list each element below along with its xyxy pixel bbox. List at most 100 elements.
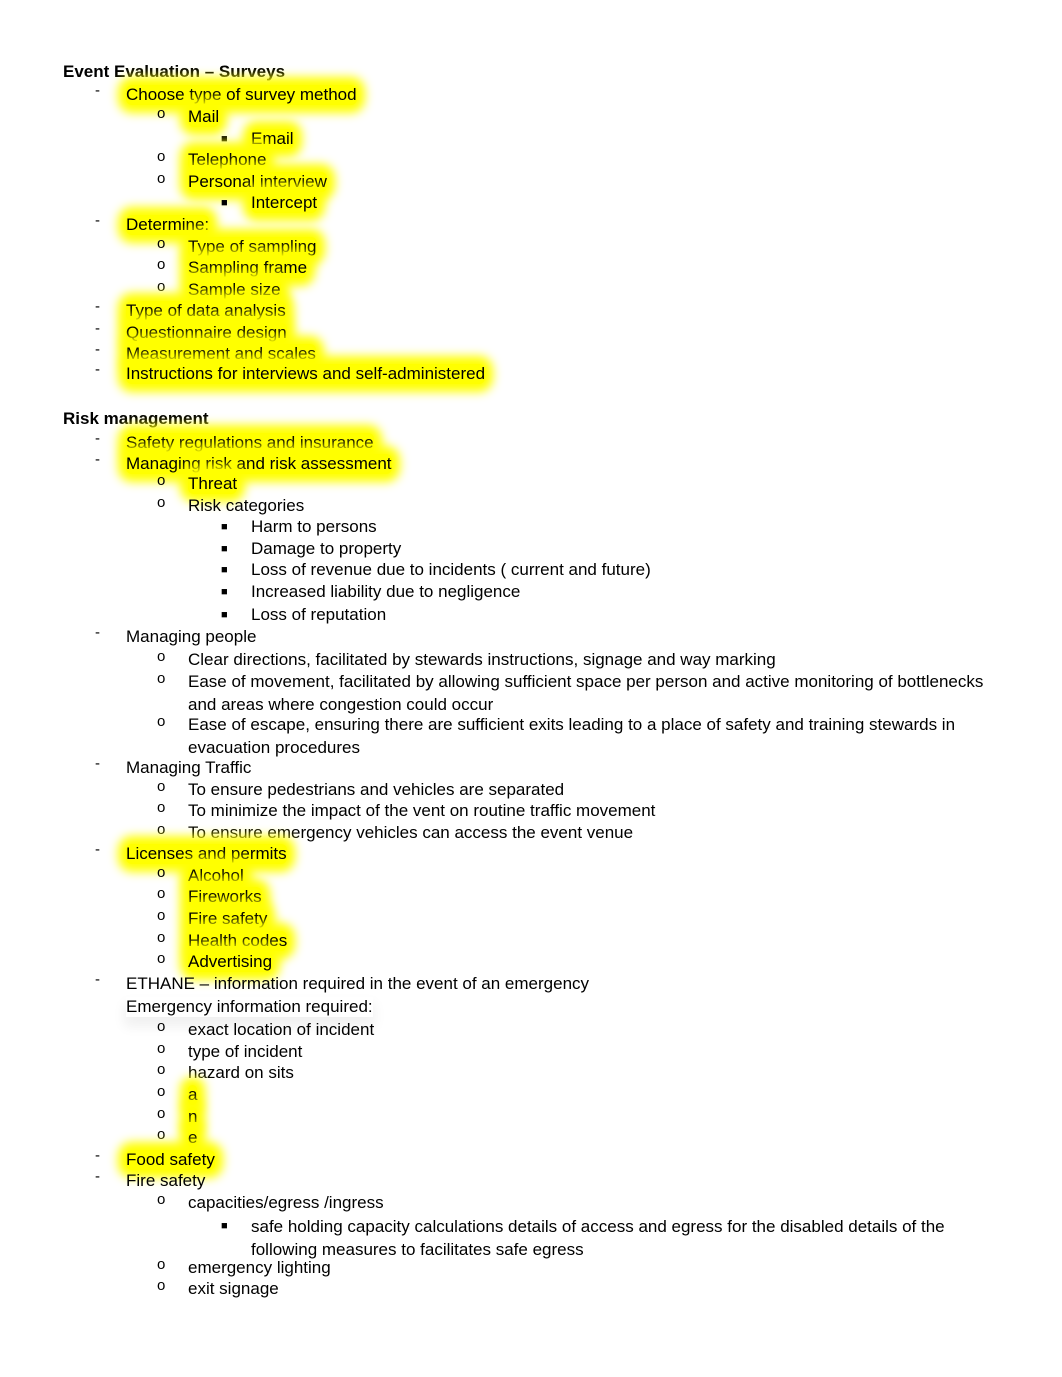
circle-bullet-marker: o	[157, 148, 166, 165]
item-text: To ensure emergency vehicles can access …	[188, 823, 634, 842]
item-text: Fire safety	[126, 1171, 206, 1190]
circle-bullet-marker: o	[157, 105, 166, 122]
dash-marker: -	[95, 624, 100, 641]
list-item: o To ensure pedestrians and vehicles are …	[0, 778, 564, 800]
highlighted-item-text: Health codes	[188, 931, 288, 951]
item-text: Loss of revenue due to incidents ( curre…	[251, 560, 651, 579]
list-item: - Determine:	[0, 212, 210, 235]
dash-marker: -	[95, 971, 100, 988]
highlighted-item-text: Managing risk and risk assessment	[126, 454, 392, 474]
item-text: safe holding capacity calculations detai…	[251, 1217, 945, 1259]
dash-marker: -	[95, 1168, 100, 1185]
item-text: Ease of escape, ensuring there are suffi…	[188, 715, 956, 757]
list-item: o Sample size	[0, 278, 281, 300]
list-item: o To minimize the impact of the vent on r…	[0, 799, 655, 821]
circle-bullet-marker: o	[157, 799, 166, 816]
list-item: - Instructions for interviews and self-ad…	[0, 361, 486, 384]
circle-bullet-marker: o	[157, 864, 166, 881]
highlighted-item-text: a	[188, 1085, 198, 1105]
circle-bullet-marker: o	[157, 1191, 166, 1208]
item-text: To minimize the impact of the vent on ro…	[188, 801, 656, 820]
list-item: oe	[0, 1126, 198, 1148]
item-text: To ensure pedestrians and vehicles are s…	[188, 780, 565, 799]
square-bullet-marker: ■	[221, 133, 228, 145]
circle-bullet-marker: o	[157, 235, 166, 252]
circle-bullet-marker: o	[157, 1105, 166, 1122]
list-item: ■ Loss of revenue due to incidents ( curr…	[0, 560, 651, 580]
dash-marker: -	[95, 361, 100, 378]
highlighted-item-text: Type of sampling	[188, 237, 317, 257]
highlighted-item-text: Mail	[188, 107, 220, 127]
list-item: o Ease of escape, ensuring there are suff…	[0, 713, 955, 759]
item-text: type of incident	[188, 1042, 303, 1061]
item-text: Risk categories	[188, 496, 305, 515]
dash-marker: -	[95, 1147, 100, 1164]
square-bullet-marker: ■	[221, 543, 228, 555]
highlighted-item-text: Questionnaire design	[126, 323, 287, 343]
item-text: Managing Traffic	[126, 758, 252, 777]
item-text: ETHANE – information required in the eve…	[126, 974, 590, 993]
list-item: - Managing Traffic	[0, 755, 251, 778]
dash-marker: -	[95, 841, 100, 858]
dash-marker: -	[95, 341, 100, 358]
item-text: Clear directions, facilitated by steward…	[188, 650, 776, 669]
dash-marker: -	[95, 451, 100, 468]
list-item: o Mail	[0, 105, 220, 127]
list-item: o Type of sampling	[0, 235, 317, 257]
item-text: capacities/egress /ingress	[188, 1193, 384, 1212]
highlighted-item-text: Measurement and scales	[126, 344, 316, 364]
list-item: on	[0, 1105, 198, 1127]
highlighted-item-text: Licenses and permits	[126, 844, 287, 864]
list-item: - ETHANE – information required in the ev…	[0, 971, 589, 994]
square-bullet-marker: ■	[221, 1220, 228, 1232]
highlighted-item-text: Food safety	[126, 1150, 215, 1170]
list-item: ■ Harm to persons	[0, 517, 377, 537]
list-item: oa	[0, 1083, 198, 1105]
list-item: - Managing risk and risk assessment	[0, 451, 392, 474]
square-bullet-marker: ■	[221, 586, 228, 598]
item-text: Loss of reputation	[251, 605, 387, 624]
highlighted-item-text: Advertising	[188, 952, 273, 972]
circle-bullet-marker: o	[157, 1083, 166, 1100]
list-item: ■ Email	[0, 129, 294, 149]
circle-bullet-marker: o	[157, 821, 166, 838]
circle-bullet-marker: o	[157, 670, 166, 687]
document-page: Event Evaluation – Surveys - Choose type o…	[0, 0, 1062, 1377]
highlighted-item-text: Threat	[188, 474, 238, 494]
circle-bullet-marker: o	[157, 1040, 166, 1057]
dash-marker: -	[95, 82, 100, 99]
item-text: Emergency information required:	[126, 997, 373, 1016]
list-item: Emergency information required:	[0, 997, 373, 1017]
list-item: o type of incident	[0, 1040, 302, 1062]
highlighted-item-text: Safety regulations and insurance	[126, 433, 374, 453]
item-text: emergency lighting	[188, 1258, 331, 1277]
highlighted-item-text: Fireworks	[188, 887, 262, 907]
list-item: ■ Loss of reputation	[0, 605, 386, 625]
list-item: o Telephone	[0, 148, 267, 170]
list-item: - Managing people	[0, 624, 256, 647]
circle-bullet-marker: o	[157, 950, 166, 967]
dash-marker: -	[95, 430, 100, 447]
list-item: - Fire safety	[0, 1168, 205, 1191]
circle-bullet-marker: o	[157, 648, 166, 665]
item-text: hazard on sits	[188, 1063, 294, 1082]
list-item: o Ease of movement, facilitated by allowi…	[0, 670, 983, 716]
list-item: o emergency lighting	[0, 1256, 331, 1278]
circle-bullet-marker: o	[157, 907, 166, 924]
list-item: - Choose type of survey method	[0, 82, 357, 105]
circle-bullet-marker: o	[157, 1061, 166, 1078]
circle-bullet-marker: o	[157, 256, 166, 273]
list-item: o exact location of incident	[0, 1018, 374, 1040]
circle-bullet-marker: o	[157, 472, 166, 489]
list-item: o Risk categories	[0, 494, 304, 516]
square-bullet-marker: ■	[221, 521, 228, 533]
list-item: ■ safe holding capacity calculations deta…	[0, 1215, 945, 1261]
list-item: o To ensure emergency vehicles can access…	[0, 821, 633, 843]
square-bullet-marker: ■	[221, 197, 228, 209]
list-item: o Fire safety	[0, 907, 268, 929]
list-item: - Type of data analysis	[0, 298, 286, 321]
item-text: Ease of movement, facilitated by allowin…	[188, 672, 984, 714]
item-text: Increased liability due to negligence	[251, 582, 521, 601]
circle-bullet-marker: o	[157, 1126, 166, 1143]
list-item: ■ Damage to property	[0, 539, 401, 559]
